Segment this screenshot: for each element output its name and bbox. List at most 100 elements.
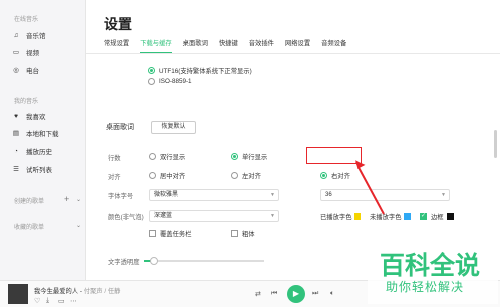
sidebar-item-radio[interactable]: ◎ 电台 xyxy=(12,65,39,75)
chevron-down-icon[interactable]: ⌄ xyxy=(76,196,81,203)
checkbox-indicator xyxy=(420,212,427,220)
border-checkbox[interactable]: 边框 xyxy=(420,212,454,221)
chevron-down-icon[interactable]: ⌄ xyxy=(76,222,81,229)
border-label: 边框 xyxy=(431,214,444,221)
align-left-radio[interactable]: 左对齐 xyxy=(231,171,261,180)
radio-indicator xyxy=(320,172,327,179)
encoding-iso-radio[interactable]: ISO-8859-1 xyxy=(148,78,192,85)
previous-icon[interactable]: ⏮ xyxy=(271,290,277,298)
color-label: 颜色(非气泡) xyxy=(108,214,144,221)
settings-panel: 设置 常规设置 下载与缓存 桌面歌词 快捷键 音效插件 网络设置 音频设备 UT… xyxy=(86,0,500,280)
lyrics-section-title: 桌面歌词 xyxy=(106,124,134,131)
border-color-swatch[interactable] xyxy=(446,213,454,220)
sidebar-item-label: 视频 xyxy=(26,50,39,57)
opacity-label: 文字透明度 xyxy=(108,259,140,266)
sidebar-item-favorites[interactable]: ♥ 我喜欢 xyxy=(12,111,46,122)
font-label: 字体字号 xyxy=(108,193,134,200)
song-title[interactable]: 我今生最爱的人 xyxy=(34,288,78,295)
rows-double-label: 双行显示 xyxy=(160,154,186,161)
sidebar-section-mine: 我的音乐 xyxy=(14,99,39,105)
radio-indicator xyxy=(231,153,238,160)
font-size-value: 36 xyxy=(325,192,332,198)
chevron-down-icon: ▼ xyxy=(441,192,446,198)
rows-single-label: 单行显示 xyxy=(242,154,268,161)
taskbar-label: 覆盖任务栏 xyxy=(160,231,192,238)
radio-indicator xyxy=(149,153,156,160)
watermark: 百科全说 助你轻松解决 xyxy=(368,244,498,304)
sidebar-section-created: 创建的歌单 xyxy=(14,199,45,205)
watermark-subtitle: 助你轻松解决 xyxy=(386,280,465,294)
sidebar-section-online: 在线音乐 xyxy=(14,17,39,23)
scrollbar[interactable] xyxy=(494,130,497,158)
color-select[interactable]: 深邃蓝 ▼ xyxy=(149,210,279,222)
encoding-utf16-radio[interactable]: UTF16(支持繁体系统下正常显示) xyxy=(148,66,252,75)
align-right-radio[interactable]: 右对齐 xyxy=(320,171,350,180)
settings-tabs: 常规设置 下载与缓存 桌面歌词 快捷键 音效插件 网络设置 音频设备 xyxy=(104,39,357,53)
sidebar-item-label: 试听列表 xyxy=(26,167,52,174)
sidebar-item-music-hall[interactable]: ♫ 音乐馆 xyxy=(12,30,46,41)
align-right-label: 右对齐 xyxy=(331,173,350,180)
tab-desktop-lyrics[interactable]: 桌面歌词 xyxy=(183,39,208,53)
opacity-slider[interactable] xyxy=(144,257,264,265)
restore-default-button[interactable]: 恢复默认 xyxy=(151,121,196,134)
tab-divider xyxy=(86,53,500,54)
sidebar-item-history[interactable]: ◔ 播放历史 xyxy=(12,146,52,157)
sidebar-item-label: 音乐馆 xyxy=(26,33,46,40)
unplayed-color-swatch[interactable] xyxy=(404,213,412,220)
played-color-label: 已播放字色 xyxy=(320,214,352,221)
tab-audio-device[interactable]: 音频设备 xyxy=(321,39,346,53)
video-icon: ▭ xyxy=(12,49,20,56)
align-center-label: 居中对齐 xyxy=(160,173,186,180)
more-icon[interactable]: ⋯ xyxy=(70,297,77,305)
sidebar-section-collected: 收藏的歌单 xyxy=(14,225,45,231)
heart-icon[interactable]: ♡ xyxy=(34,297,40,305)
chevron-down-icon: ▼ xyxy=(270,213,275,219)
chevron-down-icon: ▼ xyxy=(270,192,275,198)
download-icon: ▤ xyxy=(12,130,20,137)
align-label: 对齐 xyxy=(108,174,121,181)
sidebar-item-local[interactable]: ▤ 本地和下载 xyxy=(12,128,59,138)
red-arrow xyxy=(355,160,385,215)
align-center-radio[interactable]: 居中对齐 xyxy=(149,171,185,180)
bold-checkbox[interactable]: 粗体 xyxy=(231,229,255,238)
sidebar-item-label: 我喜欢 xyxy=(26,114,46,121)
font-select[interactable]: 微软雅黑 ▼ xyxy=(149,189,279,201)
rows-label: 行数 xyxy=(108,155,121,162)
sidebar-item-video[interactable]: ▭ 视频 xyxy=(12,47,39,57)
page-title: 设置 xyxy=(104,16,132,32)
checkbox-indicator xyxy=(149,230,156,237)
shuffle-icon[interactable]: ⇄ xyxy=(255,290,261,298)
sidebar: 在线音乐 ♫ 音乐馆 ▭ 视频 ◎ 电台 我的音乐 ♥ 我喜欢 ▤ 本地和下载 … xyxy=(0,0,86,280)
align-left-label: 左对齐 xyxy=(242,173,261,180)
tab-download-cache[interactable]: 下载与缓存 xyxy=(140,39,173,53)
comment-icon[interactable]: ▭ xyxy=(58,297,65,305)
radio-icon: ◎ xyxy=(13,67,19,74)
sidebar-item-label: 本地和下载 xyxy=(26,131,59,138)
checkbox-indicator xyxy=(231,230,238,237)
sidebar-item-label: 播放历史 xyxy=(26,149,52,156)
tab-shortcuts[interactable]: 快捷键 xyxy=(219,39,238,53)
tab-general[interactable]: 常规设置 xyxy=(104,39,129,53)
encoding-utf16-label: UTF16(支持繁体系统下正常显示) xyxy=(159,68,252,75)
slider-knob[interactable] xyxy=(149,257,158,265)
color-select-value: 深邃蓝 xyxy=(154,213,173,219)
song-artist[interactable]: 付聚声 / 任静 xyxy=(84,288,121,295)
encoding-iso-label: ISO-8859-1 xyxy=(159,78,192,85)
now-playing: 我今生最爱的人 - 付聚声 / 任静 xyxy=(34,288,121,295)
volume-icon[interactable]: 🔈︎ xyxy=(330,290,334,298)
rows-double-radio[interactable]: 双行显示 xyxy=(149,152,185,161)
sidebar-item-trial-list[interactable]: ☰ 试听列表 xyxy=(12,164,52,174)
next-icon[interactable]: ⏭ xyxy=(312,290,318,298)
add-playlist-icon[interactable]: + xyxy=(64,194,69,204)
download-icon[interactable]: ⤓ xyxy=(46,297,49,305)
history-icon: ◔ xyxy=(14,147,18,155)
taskbar-checkbox[interactable]: 覆盖任务栏 xyxy=(149,229,191,238)
tab-network[interactable]: 网络设置 xyxy=(285,39,310,53)
list-icon: ☰ xyxy=(13,166,19,173)
album-cover[interactable] xyxy=(8,284,28,304)
bold-label: 粗体 xyxy=(242,231,255,238)
rows-single-radio[interactable]: 单行显示 xyxy=(231,152,267,161)
tab-sound-plugins[interactable]: 音效插件 xyxy=(249,39,274,53)
play-button[interactable]: ▶ xyxy=(287,285,305,303)
radio-indicator xyxy=(148,78,155,85)
